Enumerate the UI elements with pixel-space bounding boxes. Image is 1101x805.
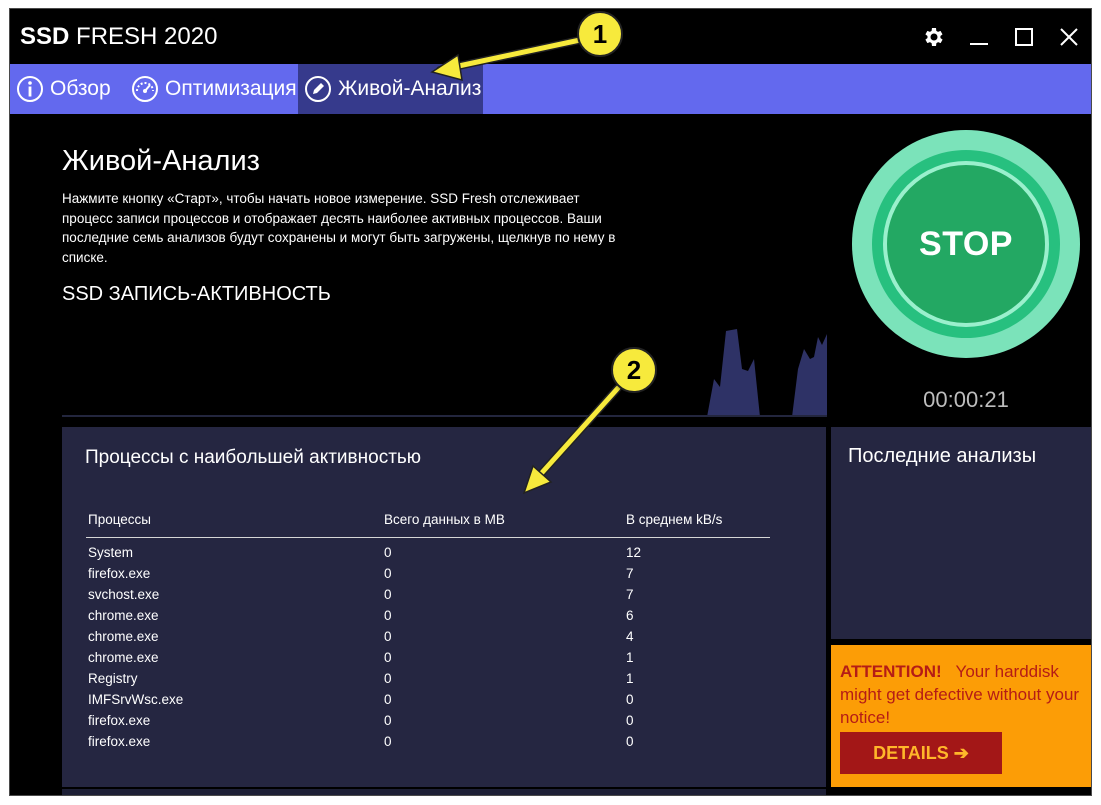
app-window: SSD FRESH 2020 Обзор Оптимизация Живой-А… bbox=[9, 8, 1092, 796]
column-header: Процессы bbox=[86, 509, 382, 538]
processes-title: Процессы с наибольшей активностью bbox=[85, 447, 422, 468]
table-cell: svchost.exe bbox=[88, 587, 160, 602]
activity-title: SSD ЗАПИСЬ-АКТИВНОСТЬ bbox=[62, 283, 331, 305]
stop-inner: STOP bbox=[883, 161, 1049, 327]
tab-label: Живой-Анализ bbox=[338, 77, 482, 100]
top-processes-panel: Процессы с наибольшей активностью Процес… bbox=[62, 427, 826, 787]
table-cell: 7 bbox=[626, 566, 634, 581]
table-cell: System bbox=[88, 545, 134, 560]
table-cell: 12 bbox=[626, 545, 642, 560]
table-cell: chrome.exe bbox=[88, 650, 159, 665]
tab-label: Оптимизация bbox=[165, 77, 297, 100]
table-cell: 0 bbox=[384, 713, 392, 728]
close-icon[interactable] bbox=[1046, 9, 1091, 64]
graph-baseline bbox=[62, 415, 827, 417]
details-button[interactable]: DETAILS ➔ bbox=[840, 732, 1002, 774]
app-title: SSD FRESH 2020 bbox=[20, 23, 218, 50]
column-header: Всего данных в MB bbox=[382, 509, 624, 538]
table-cell: firefox.exe bbox=[88, 566, 151, 581]
panel-footer-strip bbox=[62, 789, 826, 795]
tab-live-analysis[interactable]: Живой-Анализ bbox=[298, 64, 483, 114]
table-header-row: Процессы Всего данных в MB В среднем kB/… bbox=[86, 509, 770, 538]
attention-text: ATTENTION! Your harddisk might get defec… bbox=[840, 660, 1080, 729]
table-cell: chrome.exe bbox=[88, 608, 159, 623]
table-row: Registry 0 1 bbox=[86, 668, 770, 689]
table-cell: 0 bbox=[384, 629, 392, 644]
pencil-icon bbox=[304, 75, 332, 103]
table-cell: 1 bbox=[626, 650, 634, 665]
table-cell: 0 bbox=[384, 545, 392, 560]
window-controls bbox=[911, 9, 1091, 64]
table-cell: IMFSrvWsc.exe bbox=[88, 692, 184, 707]
page-description: Нажмите кнопку «Старт», чтобы начать нов… bbox=[62, 191, 616, 265]
speedometer-icon bbox=[131, 75, 159, 103]
table-cell: 0 bbox=[384, 587, 392, 602]
table-cell: 0 bbox=[384, 608, 392, 623]
info-icon bbox=[16, 75, 44, 103]
table-row: firefox.exe 0 0 bbox=[86, 710, 770, 731]
write-activity-graph bbox=[707, 329, 827, 417]
table-cell: 4 bbox=[626, 629, 634, 644]
table-cell: 0 bbox=[384, 734, 392, 749]
annotation-badge-2: 2 bbox=[611, 347, 657, 393]
tab-overview[interactable]: Обзор bbox=[16, 64, 116, 114]
table-cell: 1 bbox=[626, 671, 634, 686]
table-cell: firefox.exe bbox=[88, 734, 151, 749]
tab-optimization[interactable]: Оптимизация bbox=[131, 64, 297, 114]
table-cell: Registry bbox=[88, 671, 138, 686]
tab-label: Обзор bbox=[50, 77, 111, 100]
gear-icon[interactable] bbox=[911, 9, 956, 64]
table-row: chrome.exe 0 6 bbox=[86, 605, 770, 626]
stop-ring: STOP bbox=[872, 150, 1060, 338]
table-cell: 0 bbox=[626, 734, 634, 749]
minimize-icon[interactable] bbox=[956, 9, 1001, 64]
table-row: IMFSrvWsc.exe 0 0 bbox=[86, 689, 770, 710]
recent-title: Последние анализы bbox=[848, 445, 1037, 467]
table-row: chrome.exe 0 4 bbox=[86, 626, 770, 647]
table-cell: 0 bbox=[384, 566, 392, 581]
table-cell: 7 bbox=[626, 587, 634, 602]
table-cell: 0 bbox=[384, 650, 392, 665]
table-cell: 0 bbox=[626, 692, 634, 707]
annotation-badge-1: 1 bbox=[577, 11, 623, 57]
table-cell: firefox.exe bbox=[88, 713, 151, 728]
table-cell: 0 bbox=[626, 713, 634, 728]
attention-banner: ATTENTION! Your harddisk might get defec… bbox=[831, 645, 1091, 787]
table-row: System 0 12 bbox=[86, 538, 770, 564]
column-header: В среднем kB/s bbox=[624, 509, 770, 538]
recent-analyses-panel: Последние анализы bbox=[831, 427, 1091, 639]
stop-button[interactable]: STOP bbox=[852, 130, 1080, 358]
table-cell: 0 bbox=[384, 692, 392, 707]
table-cell: 6 bbox=[626, 608, 634, 623]
table-row: firefox.exe 0 0 bbox=[86, 731, 770, 752]
page-title: Живой-Анализ bbox=[62, 145, 260, 177]
attention-heading: ATTENTION! bbox=[840, 662, 942, 681]
table-cell: 0 bbox=[384, 671, 392, 686]
tab-bar: Обзор Оптимизация Живой-Анализ bbox=[10, 64, 1091, 114]
table-row: chrome.exe 0 1 bbox=[86, 647, 770, 668]
processes-table: Процессы Всего данных в MB В среднем kB/… bbox=[86, 509, 770, 752]
elapsed-timer: 00:00:21 bbox=[923, 387, 1009, 412]
title-bar: SSD FRESH 2020 bbox=[10, 9, 1091, 64]
table-row: svchost.exe 0 7 bbox=[86, 584, 770, 605]
maximize-icon[interactable] bbox=[1001, 9, 1046, 64]
table-cell: chrome.exe bbox=[88, 629, 159, 644]
stop-button-wrap: STOP bbox=[852, 130, 1080, 358]
stop-label: STOP bbox=[919, 224, 1013, 263]
table-row: firefox.exe 0 7 bbox=[86, 563, 770, 584]
